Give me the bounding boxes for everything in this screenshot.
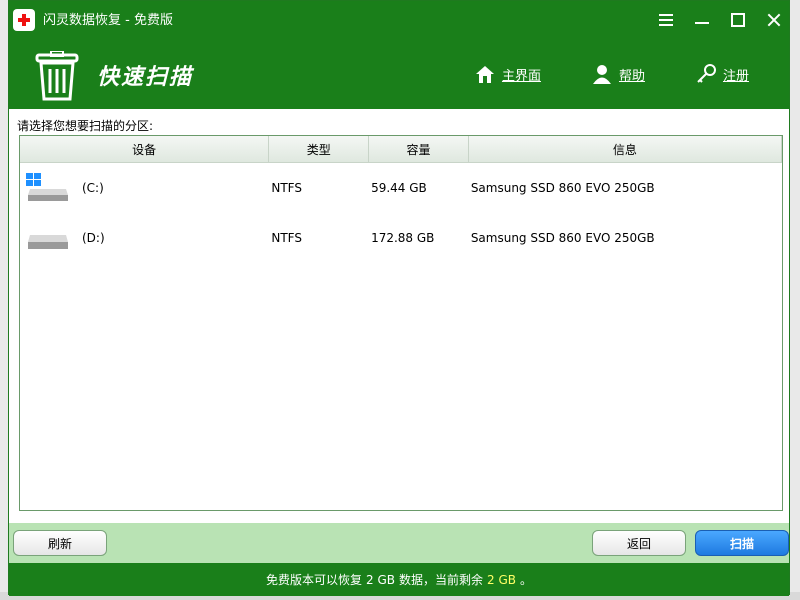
partition-prompt: 请选择您想要扫描的分区: [17, 119, 154, 133]
refresh-button[interactable]: 刷新 [13, 530, 107, 556]
desktop-background-left [0, 0, 8, 600]
status-remaining: 2 GB [487, 572, 516, 587]
column-info[interactable]: 信息 [469, 136, 782, 162]
scan-button[interactable]: 扫描 [695, 530, 789, 556]
device-label: (C:) [82, 181, 104, 195]
back-button[interactable]: 返回 [592, 530, 686, 556]
info-cell: Samsung SSD 860 EVO 250GB [470, 181, 655, 195]
close-icon[interactable] [765, 11, 783, 29]
info-cell: Samsung SSD 860 EVO 250GB [470, 231, 655, 245]
app-logo-icon [13, 9, 35, 31]
table-row[interactable]: (C:) NTFS 59.44 GB Samsung SSD 860 EVO 2… [20, 163, 782, 213]
maximize-icon[interactable] [729, 11, 747, 29]
device-label: (D:) [82, 231, 105, 245]
device-cell: (D:) [20, 223, 269, 253]
home-icon [475, 66, 494, 83]
type-cell: NTFS [271, 181, 302, 195]
status-prefix: 免费版本可以恢复 [265, 573, 362, 587]
windows-drive-icon [26, 173, 68, 201]
minimize-icon[interactable] [693, 11, 711, 29]
app-window: 闪灵数据恢复 - 免费版 快速扫描 主界面 帮助 注册 请选择您想要扫描的分区:… [8, 0, 790, 596]
help-person-icon [592, 65, 611, 84]
capacity-cell: 172.88 GB [371, 231, 435, 245]
nav-help-label[interactable]: 帮助 [619, 65, 645, 84]
device-cell: (C:) [20, 173, 269, 203]
status-bar: 免费版本可以恢复 2 GB 数据，当前剩余 2 GB 。 [9, 563, 789, 596]
column-capacity[interactable]: 容量 [369, 136, 469, 162]
status-suffix: 。 [519, 573, 532, 587]
window-controls [657, 11, 783, 29]
status-limit: 2 GB [366, 572, 395, 587]
partition-list[interactable]: 设备 类型 容量 信息 (C:) NTFS 59.44 GB Samsung S… [19, 135, 783, 511]
header-banner: 快速扫描 主界面 帮助 注册 [9, 43, 789, 109]
column-device[interactable]: 设备 [20, 136, 270, 162]
drive-icon [28, 235, 68, 249]
type-cell: NTFS [271, 231, 302, 245]
status-middle: 数据，当前剩余 [398, 573, 483, 587]
header-nav: 主界面 帮助 注册 [474, 63, 749, 85]
capacity-cell: 59.44 GB [371, 181, 427, 195]
nav-register[interactable]: 注册 [695, 63, 749, 85]
column-type[interactable]: 类型 [269, 136, 370, 162]
key-icon [697, 64, 716, 83]
menu-icon[interactable] [657, 11, 675, 29]
nav-home[interactable]: 主界面 [474, 63, 541, 85]
nav-home-label[interactable]: 主界面 [502, 65, 541, 84]
action-bar: 刷新 返回 扫描 [9, 523, 789, 563]
desktop-background-right [790, 0, 800, 600]
nav-register-label[interactable]: 注册 [723, 65, 749, 84]
nav-help[interactable]: 帮助 [591, 63, 645, 85]
trash-icon [35, 51, 79, 101]
window-title: 闪灵数据恢复 - 免费版 [43, 13, 173, 28]
page-title: 快速扫描 [97, 65, 194, 90]
table-row[interactable]: (D:) NTFS 172.88 GB Samsung SSD 860 EVO … [20, 213, 782, 263]
list-header: 设备 类型 容量 信息 [20, 136, 782, 163]
title-bar[interactable]: 闪灵数据恢复 - 免费版 [9, 1, 789, 43]
